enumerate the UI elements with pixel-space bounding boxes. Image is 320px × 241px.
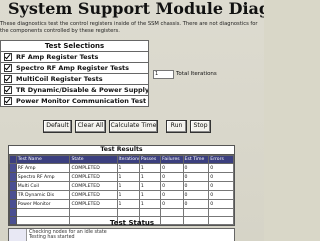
test-item-label: Power Monitor Communication Test	[16, 97, 147, 105]
column-header: Errors	[208, 155, 234, 164]
row-marker	[9, 172, 17, 182]
table-cell: 0	[208, 199, 234, 209]
table-cell: 0	[208, 190, 234, 200]
test-item-tr-dynamic[interactable]: TR Dynamic/Disable & Power Supply Regs	[1, 85, 148, 96]
test-results-title: Test Results	[9, 146, 234, 155]
table-cell: Multi Coil	[15, 181, 71, 191]
table-cell: 0	[182, 172, 210, 182]
run-button[interactable]: Run	[166, 120, 187, 133]
table-cell: 0	[182, 181, 210, 191]
page-title: System Support Module Diagnostics	[8, 0, 264, 18]
table-cell: RF Amp	[15, 163, 71, 173]
test-selections-title: Test Selections	[1, 41, 148, 52]
row-marker	[9, 181, 17, 191]
table-row-empty	[9, 208, 234, 217]
table-cell: 1	[116, 172, 140, 182]
table-cell: COMPLETED	[69, 190, 118, 200]
table-cell: 0	[182, 163, 210, 173]
multicoil-checkbox[interactable]	[4, 75, 12, 83]
table-cell: 1	[138, 172, 162, 182]
clear-all-button[interactable]: Clear All	[75, 120, 106, 133]
table-cell: COMPLETED	[69, 172, 118, 182]
column-header: Iterations	[116, 155, 140, 164]
table-cell: 1	[138, 181, 162, 191]
table-cell: 0	[160, 199, 184, 209]
test-selections-panel: Test Selections RF Amp Register Tests Sp…	[0, 40, 149, 107]
diagnostics-page: System Support Module Diagnostics These …	[0, 0, 264, 241]
table-cell: Power Monitor	[15, 199, 71, 209]
test-status-title: Test Status	[109, 219, 155, 227]
row-marker	[9, 163, 17, 173]
table-cell: 1	[116, 163, 140, 173]
default-button[interactable]: Default	[43, 120, 72, 133]
table-cell: 1	[116, 181, 140, 191]
table-row[interactable]: Multi Coil COMPLETED 1 1 0 0 0	[9, 181, 234, 191]
table-cell: 1	[116, 190, 140, 200]
table-cell: COMPLETED	[69, 163, 118, 173]
table-cell: 0	[160, 181, 184, 191]
table-row[interactable]: Power Monitor COMPLETED 1 1 0 0 0	[9, 199, 234, 209]
page-description: These diagnostics test the control regis…	[0, 21, 258, 34]
tr-dynamic-checkbox[interactable]	[4, 86, 12, 94]
table-row[interactable]: RF Amp COMPLETED 1 1 0 0 0	[9, 163, 234, 173]
table-cell: 1	[138, 190, 162, 200]
test-item-power-monitor[interactable]: Power Monitor Communication Test	[1, 96, 148, 106]
status-line: Testing has started	[29, 235, 75, 240]
table-row[interactable]: Spectro RF Amp COMPLETED 1 1 0 0 0	[9, 172, 234, 182]
table-cell: 1	[116, 199, 140, 209]
table-cell: 0	[160, 172, 184, 182]
table-cell: 0	[208, 181, 234, 191]
column-header: State	[69, 155, 118, 164]
test-item-label: Spectro RF Amp Register Tests	[16, 64, 130, 72]
test-status-log[interactable]: Checking nodes for an idle state Testing…	[8, 228, 235, 241]
spectro-rf-amp-checkbox[interactable]	[4, 64, 12, 72]
power-monitor-checkbox[interactable]	[4, 97, 12, 105]
results-header-row: Test Name State Iterations Passes Failur…	[9, 155, 234, 164]
test-results-panel: Test Results Test Name State Iterations …	[8, 145, 235, 226]
column-header-index	[9, 155, 17, 164]
test-item-multicoil[interactable]: MultiCoil Register Tests	[1, 74, 148, 85]
column-header: Passes	[138, 155, 162, 164]
table-cell: 0	[208, 163, 234, 173]
column-header: Est Time	[182, 155, 210, 164]
table-cell: 0	[208, 172, 234, 182]
table-cell: 0	[182, 199, 210, 209]
row-marker	[9, 190, 17, 200]
table-cell: 0	[160, 163, 184, 173]
status-gutter	[9, 229, 27, 241]
stop-button[interactable]: Stop	[190, 120, 211, 133]
test-item-label: MultiCoil Register Tests	[16, 75, 103, 83]
calculate-time-button[interactable]: Calculate Time	[109, 120, 158, 133]
table-cell: Spectro RF Amp	[15, 172, 71, 182]
table-cell: 0	[182, 190, 210, 200]
table-cell: COMPLETED	[69, 181, 118, 191]
column-header: Failures	[160, 155, 184, 164]
table-cell: TR Dynamic Dis	[15, 190, 71, 200]
rf-amp-checkbox[interactable]	[4, 53, 12, 61]
test-item-spectro-rf-amp[interactable]: Spectro RF Amp Register Tests	[1, 63, 148, 74]
test-item-label: RF Amp Register Tests	[16, 53, 99, 61]
column-header: Test Name	[15, 155, 71, 164]
total-iterations-input[interactable]: 1	[153, 70, 174, 79]
total-iterations-label: Total Iterations	[176, 71, 217, 77]
test-item-rf-amp[interactable]: RF Amp Register Tests	[1, 52, 148, 63]
row-marker	[9, 208, 17, 217]
row-marker	[9, 199, 17, 209]
table-cell: COMPLETED	[69, 199, 118, 209]
table-cell: 0	[160, 190, 184, 200]
table-cell: 1	[138, 199, 162, 209]
table-row[interactable]: TR Dynamic Dis COMPLETED 1 1 0 0 0	[9, 190, 234, 200]
test-results-table: Test Name State Iterations Passes Failur…	[9, 155, 234, 225]
table-cell: 1	[138, 163, 162, 173]
test-item-label: TR Dynamic/Disable & Power Supply Regs	[16, 86, 148, 94]
